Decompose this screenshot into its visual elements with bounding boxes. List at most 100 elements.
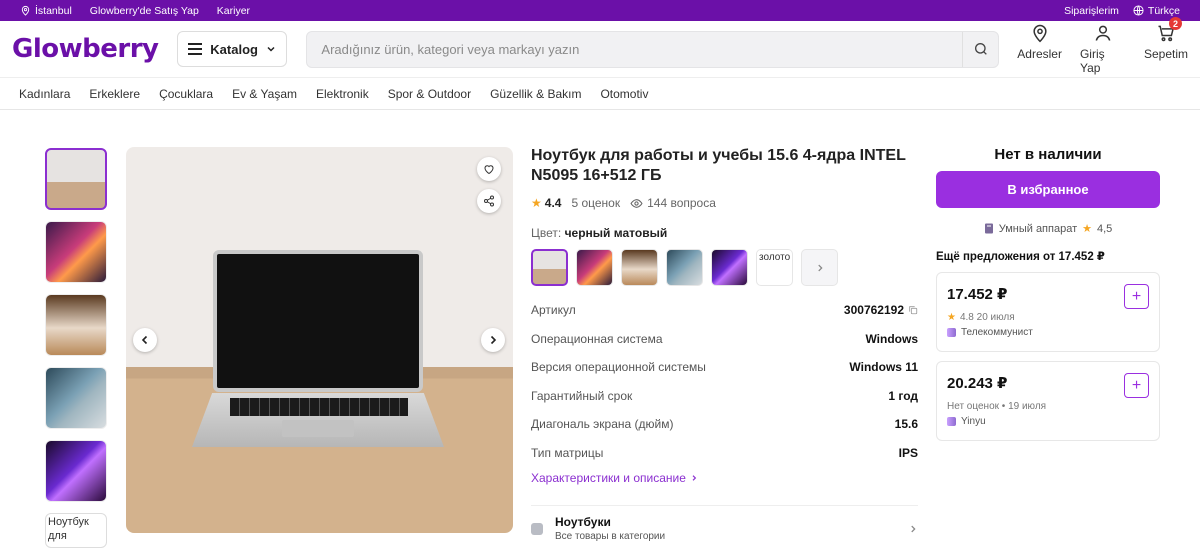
spec-key: Операционная система (531, 331, 663, 346)
copy-icon[interactable] (908, 305, 918, 315)
search-input[interactable] (307, 41, 963, 57)
offer-price: 17.452 ₽ (947, 286, 1008, 303)
nav-item-cocuklara[interactable]: Çocuklara (159, 87, 213, 101)
nav-item-erkeklere[interactable]: Erkeklere (89, 87, 140, 101)
nav-item-otomotiv[interactable]: Otomotiv (600, 87, 648, 101)
addresses-button[interactable]: Adresler (1017, 23, 1062, 75)
product-page: Ноутбук для Ноутбук для работы и учебы 1… (0, 110, 1200, 550)
nav-item-elektronik[interactable]: Elektronik (316, 87, 369, 101)
category-card[interactable]: Ноутбуки Все товары в категории (531, 505, 918, 542)
offer-card[interactable]: 17.452 ₽ ★ 4.8 20 июля Телекоммунист + (936, 272, 1160, 352)
laptop-trackpad (282, 420, 354, 437)
offer-meta-text: Нет оценок • 19 июля (947, 401, 1047, 412)
color-swatch[interactable] (666, 249, 703, 286)
thumbnail[interactable] (45, 294, 107, 356)
addresses-label: Adresler (1017, 47, 1062, 61)
spec-value: IPS (898, 445, 918, 460)
spec-row: Артикул 300762192 (531, 296, 918, 325)
share-button[interactable] (477, 189, 501, 213)
spec-key: Гарантийный срок (531, 388, 633, 403)
more-swatches-button[interactable] (801, 249, 838, 286)
rating-row: ★ 4.4 5 оценок 144 вопроса (531, 196, 918, 210)
language-label: Türkçe (1147, 4, 1180, 17)
specs-description-link[interactable]: Характеристики и описание (531, 471, 918, 485)
spec-key: Диагональ экрана (дюйм) (531, 417, 674, 432)
search-button[interactable] (962, 31, 998, 67)
color-swatch-broken[interactable]: золото (756, 249, 793, 286)
main-product-image[interactable] (126, 147, 513, 533)
product-info: Ноутбук для работы и учебы 15.6 4-ядра I… (531, 146, 918, 542)
globe-icon (1133, 5, 1144, 16)
color-swatch[interactable] (576, 249, 613, 286)
spec-value: 1 год (888, 388, 918, 403)
color-swatch[interactable] (531, 249, 568, 286)
questions-link[interactable]: 144 вопроса (630, 196, 716, 210)
language-selector[interactable]: Türkçe (1133, 5, 1180, 17)
nav-item-guzellik-bakim[interactable]: Güzellik & Bakım (490, 87, 581, 101)
offer-meta-text: 4.8 20 июля (959, 312, 1015, 323)
offer-meta: ★ 4.8 20 июля (947, 312, 1149, 323)
thumbnail[interactable] (45, 440, 107, 502)
search-bar (306, 30, 1000, 68)
user-icon (1095, 25, 1111, 41)
thumbnail[interactable] (45, 221, 107, 283)
add-offer-button[interactable]: + (1124, 284, 1149, 309)
chevron-right-icon (817, 264, 823, 271)
sell-link[interactable]: Glowberry'de Satış Yap (90, 5, 199, 17)
store-info[interactable]: Умный аппарат ★ 4,5 (936, 222, 1160, 235)
header: Glowberry Katalog Adresler Giriş Yap 2 S… (0, 17, 1200, 78)
offer-meta: Нет оценок • 19 июля (947, 401, 1149, 412)
nav-item-kadinlara[interactable]: Kadınlara (19, 87, 70, 101)
chevron-left-icon (141, 335, 148, 345)
color-swatch[interactable] (711, 249, 748, 286)
offer-seller[interactable]: Телекоммунист (947, 327, 1149, 338)
chevron-right-icon (692, 475, 697, 481)
seller-name: Yinyu (961, 416, 986, 427)
thumbnail-broken[interactable]: Ноутбук для (45, 513, 107, 548)
category-subtitle: Все товары в категории (555, 531, 666, 542)
nav-item-ev-yasam[interactable]: Ev & Yaşam (232, 87, 297, 101)
career-link[interactable]: Kariyer (217, 5, 250, 17)
laptop-screen (213, 250, 423, 392)
rating-score[interactable]: ★ 4.4 (531, 196, 561, 210)
spec-list: Артикул 300762192 Операционная система W… (531, 296, 918, 467)
eye-icon (630, 198, 643, 208)
add-offer-button[interactable]: + (1124, 373, 1149, 398)
login-label: Giriş Yap (1079, 47, 1105, 75)
next-image-button[interactable] (481, 328, 505, 352)
thumbnail[interactable] (45, 148, 107, 210)
store-name: Умный аппарат (998, 222, 1078, 235)
location-link[interactable]: İstanbul (20, 5, 72, 17)
color-line: Цвет: черный матовый (531, 226, 918, 240)
reviews-link[interactable]: 5 оценок (571, 196, 620, 210)
location-label: İstanbul (35, 4, 72, 17)
color-swatch[interactable] (621, 249, 658, 286)
rating-value: 4.4 (544, 196, 562, 210)
orders-link[interactable]: Siparişlerim (1064, 5, 1119, 17)
prev-image-button[interactable] (133, 328, 157, 352)
catalog-button[interactable]: Katalog (176, 31, 288, 67)
chevron-down-icon (267, 46, 275, 52)
logo[interactable]: Glowberry (12, 34, 175, 64)
color-swatches: золото (531, 249, 918, 286)
offer-card[interactable]: 20.243 ₽ Нет оценок • 19 июля Yinyu + (936, 361, 1160, 441)
cart-button[interactable]: 2 Sepetim (1143, 17, 1188, 75)
star-icon: ★ (947, 312, 956, 323)
spec-value: Windows 11 (849, 360, 918, 375)
thumbnail-list: Ноутбук для (45, 148, 107, 550)
star-icon: ★ (531, 196, 542, 210)
favorite-heart-button[interactable] (477, 157, 501, 181)
login-button[interactable]: Giriş Yap (1080, 23, 1126, 75)
thumbnail[interactable] (45, 367, 107, 429)
color-value: черный матовый (564, 226, 668, 240)
cart-count-badge: 2 (1169, 17, 1182, 30)
menu-icon (188, 43, 203, 55)
add-to-favorites-button[interactable]: В избранное (936, 171, 1160, 208)
catalog-label: Katalog (210, 41, 258, 57)
location-pin-icon (1033, 24, 1047, 43)
search-icon (974, 43, 987, 55)
cart-label: Sepetim (1143, 47, 1188, 61)
nav-item-spor-outdoor[interactable]: Spor & Outdoor (388, 87, 471, 101)
offer-seller[interactable]: Yinyu (947, 416, 1149, 427)
location-pin-icon (21, 5, 30, 16)
